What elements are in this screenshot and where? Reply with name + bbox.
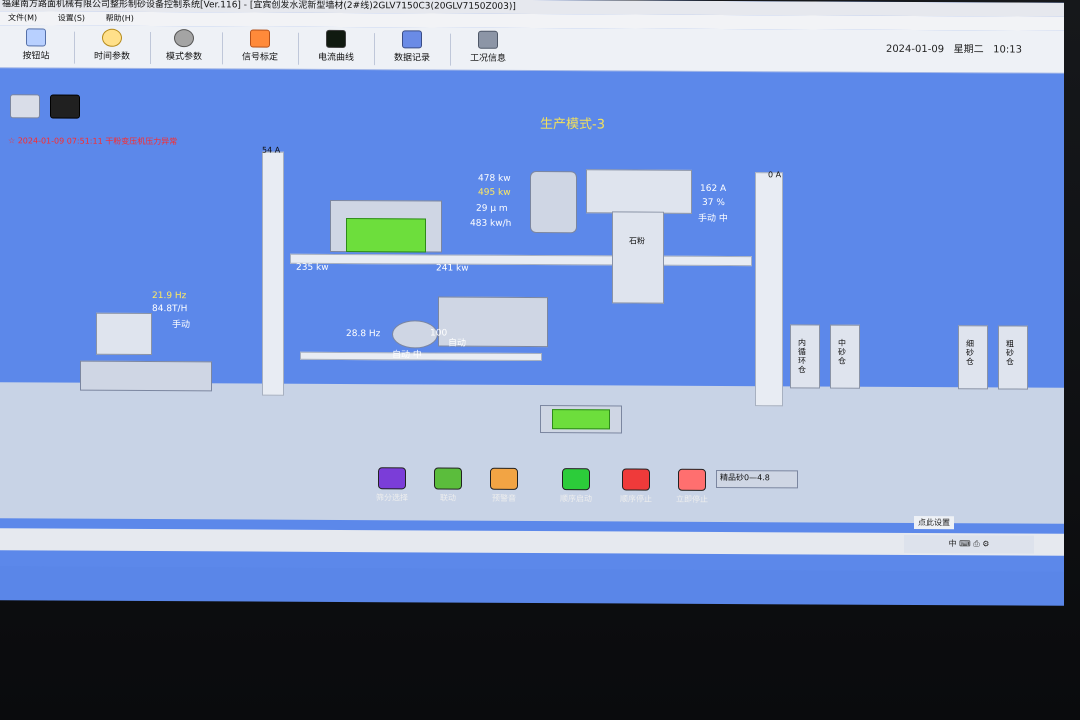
power-1: 478 kw <box>478 173 511 184</box>
control-sequence-stop[interactable]: 顺序停止 <box>606 468 666 504</box>
toolbar-button-time[interactable]: 时间参数 <box>76 28 148 65</box>
silo-inner-label: 内循环仓 <box>798 338 806 375</box>
mode-title: 生产模式-3 <box>540 117 605 133</box>
separator-value: 100 <box>430 328 448 339</box>
baghouse-filter <box>586 169 692 214</box>
feeder-mode: 手动 <box>172 320 191 331</box>
elevator-left-label: 54 A <box>262 145 281 155</box>
toolbar-label: 工况信息 <box>469 53 506 64</box>
control-screening[interactable]: 筛分选择 <box>362 467 422 503</box>
separator-mode: 自动 <box>448 338 467 349</box>
motor-left-power: 235 kw <box>296 262 329 273</box>
toolbar-label: 按钮站 <box>22 51 50 62</box>
speaker-icon <box>490 467 518 490</box>
elevator-right-label: 0 A <box>768 170 782 180</box>
calendar-icon <box>402 30 422 49</box>
grid-icon <box>26 28 46 47</box>
feeder-frequency: 21.9 Hz <box>152 291 187 302</box>
silo-fine-label: 细砂仓 <box>966 339 974 367</box>
silo-middle-label: 中砂仓 <box>838 338 846 366</box>
date-text: 2024-01-09 <box>885 43 945 56</box>
pipe-horizontal-upper <box>290 253 752 267</box>
datetime: 2024-01-09 星期二 10:13 <box>886 40 1022 56</box>
toolbar-button-signal[interactable]: 信号标定 <box>224 29 296 65</box>
toolbar-separator <box>374 33 375 66</box>
weekday-text: 星期二 <box>953 44 984 56</box>
toolbar-label: 信号标定 <box>241 52 278 63</box>
mute-button[interactable] <box>10 94 40 119</box>
right-current: 162 A <box>700 183 727 195</box>
system-tray: 中 ⌨ ⎙ ⚙ <box>904 534 1034 554</box>
toolbar-label: 数据记录 <box>393 53 430 64</box>
screen: 福建南方路面机械有限公司整形制砂设备控制系统[Ver.116] - [宜宾创发水… <box>0 0 1064 606</box>
mixer-material-fill <box>552 409 610 430</box>
toolbar-separator <box>298 32 299 65</box>
toolbar-button-records[interactable]: 数据记录 <box>376 30 448 66</box>
fan-frequency: 28.8 Hz <box>346 329 381 340</box>
toolbar: 按钮站 时间参数 模式参数 信号标定 电流曲线 数据记录 工况信息 2024-0… <box>0 25 1064 74</box>
toolbar-button-curve[interactable]: 电流曲线 <box>300 29 372 66</box>
play-icon <box>562 468 590 491</box>
settings-tip[interactable]: 点此设置 <box>914 516 954 530</box>
clock-icon <box>102 28 122 47</box>
control-label: 联动 <box>440 493 456 503</box>
toolbar-separator <box>222 32 223 65</box>
fan-mode: 自动 中 <box>392 350 422 361</box>
control-immediate-stop[interactable]: 立即停止 <box>662 468 722 505</box>
product-belt-label: 精品砂0—4.8 <box>720 472 770 483</box>
feeder-conveyor <box>80 360 212 392</box>
menu-settings[interactable]: 设置(S) <box>58 14 85 23</box>
control-label: 筛分选择 <box>376 493 408 503</box>
menu-help[interactable]: 帮助(H) <box>106 14 134 23</box>
control-sequence-start[interactable]: 顺序启动 <box>546 468 606 504</box>
toolbar-label: 模式参数 <box>165 52 202 63</box>
control-label: 预警音 <box>492 493 516 503</box>
right-percent: 37 % <box>702 197 725 209</box>
control-link[interactable]: 联动 <box>418 467 478 503</box>
energy-rate: 483 kw/h <box>470 218 512 229</box>
particle-size: 29 μ m <box>476 203 508 214</box>
toolbar-label: 电流曲线 <box>317 52 354 64</box>
line-chart-icon <box>326 29 346 49</box>
feed-hopper <box>96 312 152 356</box>
toolbar-button-station[interactable]: 按钮站 <box>0 28 72 64</box>
powder-silo <box>612 211 664 304</box>
toolbar-button-mode[interactable]: 模式参数 <box>148 29 220 65</box>
toolbar-label: 时间参数 <box>93 51 130 62</box>
control-label: 立即停止 <box>676 494 708 504</box>
feed-rate: 84.8T/H <box>152 304 188 315</box>
control-label: 顺序停止 <box>620 494 652 504</box>
control-warning-sound[interactable]: 预警音 <box>474 467 534 504</box>
monitor-icon <box>478 30 498 49</box>
stop-icon <box>622 468 650 491</box>
powder-silo-label: 石粉 <box>629 236 645 246</box>
monitor: 福建南方路面机械有限公司整形制砂设备控制系统[Ver.116] - [宜宾创发水… <box>0 0 1080 720</box>
control-label: 顺序启动 <box>560 494 592 504</box>
cyclone <box>530 170 577 234</box>
toolbar-separator <box>450 33 451 66</box>
right-mode: 手动 中 <box>698 213 728 225</box>
map-pin-icon <box>250 29 270 48</box>
menu-file[interactable]: 文件(M) <box>8 13 37 22</box>
toolbar-button-status[interactable]: 工况信息 <box>452 30 524 67</box>
alarm-button[interactable] <box>50 94 80 119</box>
alarm-message: ☆ 2024-01-09 07:51:11 干粉变压机压力异常 <box>8 136 178 147</box>
elevator-right <box>755 172 783 407</box>
toolbar-separator <box>74 31 75 64</box>
screening-icon <box>378 467 406 490</box>
mill-material-fill <box>346 218 426 253</box>
cancel-icon <box>678 468 706 491</box>
gear-icon <box>174 29 194 48</box>
elevator-left <box>262 151 284 396</box>
motor-right-power: 241 kw <box>436 263 469 274</box>
link-icon <box>434 467 462 490</box>
time-text: 10:13 <box>993 44 1022 56</box>
silo-coarse-label: 粗砂仓 <box>1006 339 1014 367</box>
power-2: 495 kw <box>478 187 511 198</box>
